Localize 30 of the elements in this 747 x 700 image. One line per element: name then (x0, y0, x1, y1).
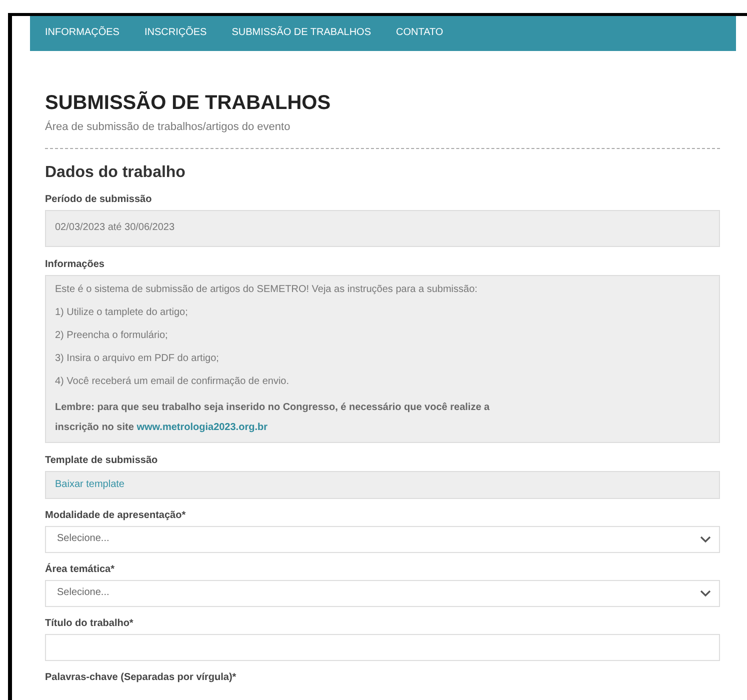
info-text: 4) Você receberá um email de confirmação de envio. (55, 375, 290, 388)
nav-link-item[interactable]: CONTATO (396, 27, 444, 40)
site-link[interactable]: www.metrologia2023.org.br (136, 422, 268, 433)
field-label: Template de submissão (45, 455, 158, 467)
info-text: 2) Preencha o formulário; (55, 329, 169, 342)
field-label: Palavras-chave (Separadas por vírgula)* (45, 672, 236, 684)
readonly-field: 02/03/2023 até 30/06/2023 (45, 210, 720, 247)
info-text: 1) Utilize o tamplete do artigo; (55, 306, 189, 319)
page-subtitle: Área de submissão de trabalhos/artigos do evento (45, 121, 290, 135)
select-field[interactable]: Selecione... (45, 526, 720, 553)
nav-link-item[interactable]: INSCRIÇÕES (144, 27, 207, 40)
page-title: SUBMISSÃO DE TRABALHOS (45, 91, 332, 115)
note-text: Lembre: para que seu trabalho seja inserido no Congresso, é necessário que você realize a inscrição no site www.metrologia2023.org.br (55, 401, 491, 435)
info-text: Este é o sistema de submissão de artigos do SEMETRO! Veja as instruções para a submissão: (55, 283, 478, 296)
field-label: Título do trabalho* (45, 618, 134, 630)
text-field[interactable] (45, 634, 720, 661)
nav-link-item[interactable]: SUBMISSÃO DE TRABALHOS (232, 27, 371, 40)
field-label: Modalidade de apresentação* (45, 510, 186, 522)
nav-link-item[interactable]: INFORMAÇÕES (45, 27, 120, 40)
select-value: Selecione... (57, 533, 110, 546)
field-label: Informações (45, 259, 104, 271)
field-label: Período de submissão (45, 194, 152, 206)
chevron-down-icon (700, 590, 711, 597)
select-field[interactable]: Selecione... (45, 580, 720, 607)
select-value: Selecione... (57, 587, 110, 600)
chevron-down-icon (700, 536, 711, 543)
download-link[interactable]: Baixar template (55, 478, 124, 492)
section-heading: Dados do trabalho (45, 163, 186, 183)
info-text: 3) Insira o arquivo em PDF do artigo; (55, 352, 220, 365)
field-label: Área temática* (45, 564, 114, 576)
